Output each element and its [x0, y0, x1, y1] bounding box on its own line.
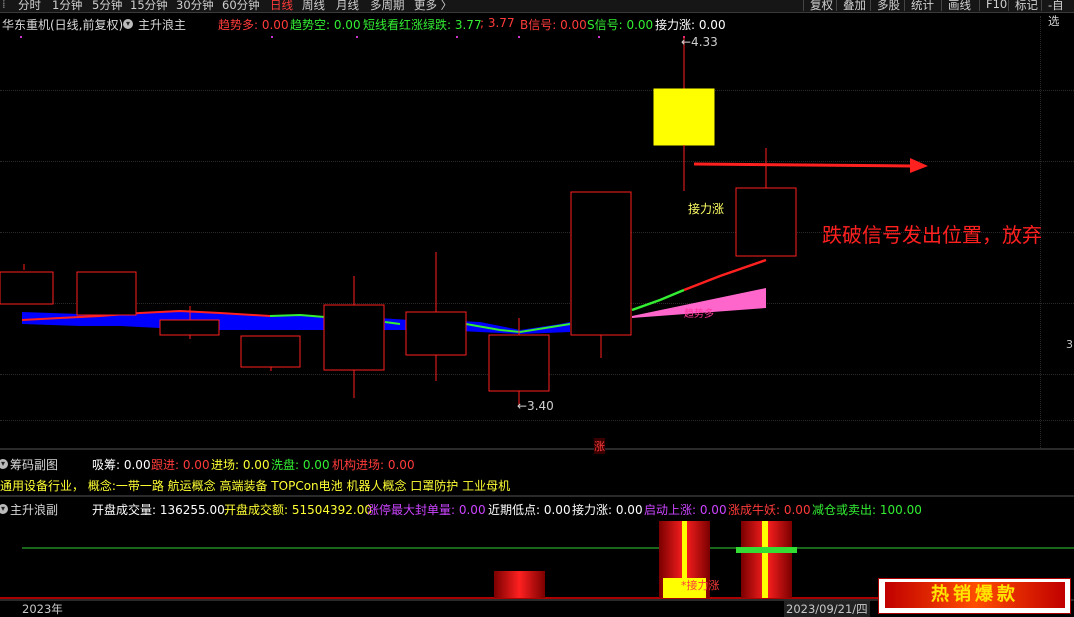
chip-indicator-enter: 进场: 0.00: [211, 458, 270, 472]
sub-bull-monster: 涨成牛妖: 0.00: [728, 503, 811, 517]
high-price-label: ←4.33: [681, 35, 718, 49]
breakdown-arrow: [693, 162, 913, 168]
sub-limit-up-max: 涨停最大封单量: 0.00: [367, 503, 486, 517]
sub-open-volume: 开盘成交量: 136255.00: [92, 503, 225, 517]
chip-indicator-wash: 洗盘: 0.00: [271, 458, 330, 472]
candle: [240, 335, 301, 371]
low-price-label: ←3.40: [517, 399, 554, 413]
sub-panel-title[interactable]: 主升浪副: [10, 501, 58, 518]
chip-indicator-follow: 跟进: 0.00: [151, 458, 210, 472]
candle: [405, 252, 467, 381]
signal-dot: [271, 36, 273, 38]
candle: [323, 276, 385, 398]
signal-dot: [20, 36, 22, 38]
sub-reduce-sell: 减仓或卖出: 100.00: [812, 503, 922, 517]
sub-open-amount: 开盘成交额: 51504392.00: [224, 503, 373, 517]
promo-banner[interactable]: 热销爆款: [878, 578, 1071, 614]
trend-line-red: [683, 258, 767, 292]
sub-recent-low: 近期低点: 0.00: [488, 503, 571, 517]
sub-relay: 接力涨: 0.00: [572, 503, 643, 517]
footer-year: 2023年: [22, 602, 63, 616]
price-axis-label: 3: [1066, 338, 1073, 351]
sub-start-rise: 启动上涨: 0.00: [644, 503, 727, 517]
signal-dot: [456, 36, 458, 38]
sub-bar-marker: [682, 521, 687, 578]
chip-indicator-absorb: 吸筹: 0.00: [92, 458, 151, 472]
relay-label: 接力涨: [688, 202, 725, 216]
breakdown-annotation: 跌破信号发出位置，放弃: [822, 223, 1042, 247]
signal-dot: [518, 36, 520, 38]
trend-long-label: 趋势多: [684, 309, 714, 320]
sub-relay-label: *接力涨: [681, 579, 720, 592]
sub-bar-green-mark: [736, 547, 797, 553]
chip-indicator-institution: 机构进场: 0.00: [332, 458, 415, 472]
signal-dot: [356, 36, 358, 38]
zhang-marker: 涨: [594, 438, 605, 454]
promo-text: 热销爆款: [885, 582, 1065, 608]
footer-date: 2023/09/21/四: [784, 601, 870, 617]
breakdown-arrow-head: [910, 158, 928, 173]
candlestick-chart: [0, 36, 1074, 601]
candle: [76, 271, 137, 316]
signal-dot: [598, 36, 600, 38]
candle: [570, 191, 632, 358]
chip-panel-title[interactable]: 筹码副图: [10, 456, 58, 473]
candle-yellow: [653, 36, 715, 191]
concept-tags: 通用设备行业， 概念:一带一路 航运概念 高端装备 TOPCon电池 机器人概念…: [0, 479, 511, 493]
sub-bar: [494, 571, 545, 598]
sub-bar-marker: [762, 521, 768, 598]
candle: [0, 264, 54, 305]
